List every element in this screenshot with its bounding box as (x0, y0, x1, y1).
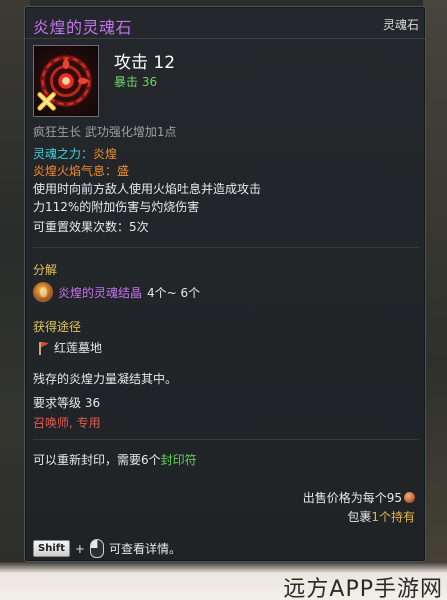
source-row: 红莲墓地 (33, 339, 102, 356)
reset-count: 可重置效果次数：5次 (33, 220, 149, 234)
item-tooltip: 炎煌的灵魂石 灵魂石 攻击 12 暴击 36 疯狂生长 武功强化增加1点 灵魂之… (24, 6, 426, 562)
mouse-icon (89, 539, 104, 558)
effect-desc-1: 使用时向前方敌人使用火焰吐息并造成攻击 (33, 182, 262, 196)
decompose-result-name: 炎煌的灵魂结晶 (58, 285, 143, 300)
background-right (423, 0, 447, 600)
sub-stat: 暴击 36 (114, 75, 158, 89)
growth-text: 疯狂生长 武功强化增加1点 (33, 125, 177, 139)
soul-power-line: 灵魂之力：炎煌 (33, 147, 117, 162)
shift-key-icon: Shift (33, 540, 70, 557)
flavor-text: 残存的炎煌力量凝结其中。 (33, 372, 178, 386)
item-name: 炎煌的灵魂石 (33, 18, 133, 37)
sell-price-text: 出售价格为每个95 (302, 491, 402, 505)
soul-stone-icon (33, 45, 99, 117)
reseal-text: 可以重新封印，需要6个 (33, 453, 161, 467)
bag-count: 包裹 1个持有 (347, 508, 415, 525)
decompose-result-qty: 4个~ 6个 (147, 285, 201, 300)
detail-hint: Shift + 可查看详情。 (33, 539, 181, 558)
divider (33, 439, 419, 440)
soul-crystal-icon (33, 282, 53, 302)
soul-power-label: 灵魂之力： (33, 147, 94, 161)
bag-prefix: 包裹 (347, 510, 372, 524)
decompose-row: 炎煌的灵魂结晶 4个~ 6个 (33, 282, 200, 302)
aura-line: 炎煌火焰气息：盛 (33, 164, 129, 179)
required-class: 召唤师, 专用 (33, 416, 101, 430)
soul-power-value: 炎煌 (93, 147, 118, 161)
main-stat: 攻击 12 (114, 53, 176, 73)
decompose-heading: 分解 (33, 263, 58, 277)
source-location: 红莲墓地 (54, 341, 103, 355)
effect-desc-2: 力112%的附加伤害与灼烧伤害 (33, 200, 200, 214)
sell-price: 出售价格为每个95 (303, 489, 415, 506)
aura-label: 炎煌火焰气息： (33, 164, 118, 178)
required-level: 要求等级 36 (33, 396, 101, 410)
bag-count-value: 1个持有 (371, 510, 415, 524)
watermark-text: 远方APP手游网 (283, 577, 443, 600)
aura-value: 盛 (117, 164, 130, 178)
reseal-line: 可以重新封印，需要6个封印符 (33, 453, 197, 468)
tooltip-header: 炎煌的灵魂石 灵魂石 (25, 7, 425, 39)
reseal-item[interactable]: 封印符 (161, 453, 197, 467)
copper-coin-icon (404, 492, 415, 503)
red-flag-icon (37, 341, 49, 355)
plus-sign: + (74, 541, 85, 556)
divider (33, 247, 419, 248)
source-heading: 获得途径 (33, 320, 82, 334)
hint-text: 可查看详情。 (108, 542, 181, 556)
item-type: 灵魂石 (382, 18, 419, 32)
